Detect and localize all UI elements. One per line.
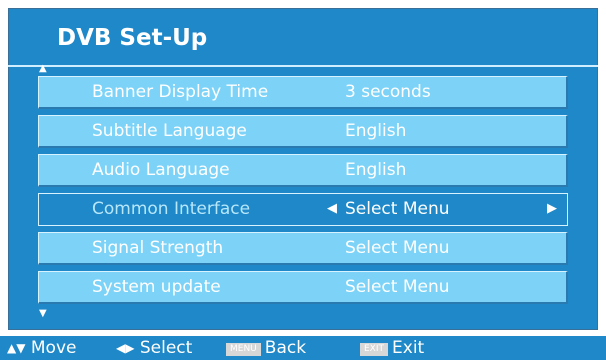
hint-select-label: Select bbox=[139, 338, 193, 358]
hint-exit-label: Exit bbox=[392, 338, 425, 358]
triangle-left-icon[interactable]: ◀ bbox=[327, 194, 337, 224]
menu-item-value: Select Menu bbox=[345, 277, 450, 297]
hint-move-label: Move bbox=[30, 338, 77, 358]
title-divider bbox=[8, 65, 598, 67]
triangle-right-icon[interactable]: ▶ bbox=[547, 194, 557, 224]
menu-item-system-update[interactable]: System update Select Menu bbox=[38, 271, 568, 304]
menu-item-audio-language[interactable]: Audio Language English bbox=[38, 154, 568, 187]
menu-item-value: English bbox=[345, 121, 407, 141]
menu-item-label: Subtitle Language bbox=[92, 121, 247, 141]
exit-key-icon: EXIT bbox=[360, 343, 389, 356]
menu-item-label: System update bbox=[92, 277, 221, 297]
scroll-down-icon[interactable]: ▼ bbox=[39, 309, 47, 319]
hint-back-label: Back bbox=[264, 338, 307, 358]
menu-item-signal-strength[interactable]: Signal Strength Select Menu bbox=[38, 232, 568, 265]
dvb-setup-screen: DVB Set-Up ▲ Banner Display Time 3 secon… bbox=[0, 0, 606, 360]
menu-item-label: Signal Strength bbox=[92, 238, 224, 258]
hint-back: MENU Back bbox=[226, 336, 306, 360]
menu-item-label: Common Interface bbox=[92, 199, 251, 219]
page-title: DVB Set-Up bbox=[57, 25, 208, 51]
menu-key-icon: MENU bbox=[226, 343, 261, 356]
hint-select: ◀▶ Select bbox=[116, 336, 192, 360]
hint-move: ▲▼ Move bbox=[7, 336, 76, 360]
left-right-arrows-icon: ◀▶ bbox=[116, 341, 135, 355]
menu-item-value: Select Menu bbox=[345, 199, 450, 219]
menu-item-common-interface[interactable]: Common Interface ◀ Select Menu ▶ bbox=[38, 193, 568, 226]
menu-item-value: English bbox=[345, 160, 407, 180]
up-down-arrows-icon: ▲▼ bbox=[7, 341, 26, 355]
key-hint-bar: ▲▼ Move ◀▶ Select MENU Back EXIT Exit bbox=[0, 336, 606, 360]
menu-item-label: Audio Language bbox=[92, 160, 230, 180]
menu-item-banner-display-time[interactable]: Banner Display Time 3 seconds bbox=[38, 76, 568, 109]
menu-item-subtitle-language[interactable]: Subtitle Language English bbox=[38, 115, 568, 148]
hint-exit: EXIT Exit bbox=[360, 336, 424, 360]
scroll-up-icon[interactable]: ▲ bbox=[39, 64, 47, 74]
settings-menu: Banner Display Time 3 seconds Subtitle L… bbox=[38, 76, 568, 310]
menu-item-value: Select Menu bbox=[345, 238, 450, 258]
menu-item-value: 3 seconds bbox=[345, 82, 431, 102]
menu-item-label: Banner Display Time bbox=[92, 82, 269, 102]
